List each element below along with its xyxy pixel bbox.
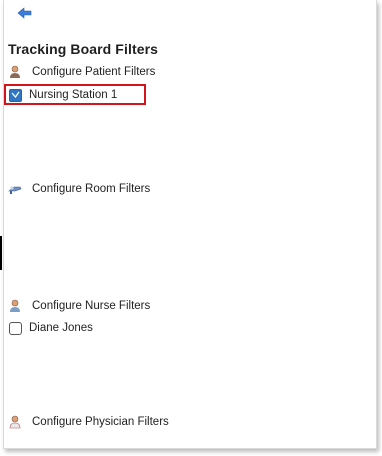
checkmark-icon [11, 91, 20, 99]
diane-jones-label: Diane Jones [29, 322, 93, 334]
configure-patient-filters[interactable]: Configure Patient Filters [8, 63, 155, 81]
back-button[interactable] [14, 6, 36, 24]
nursing-station-checkbox[interactable] [9, 88, 22, 102]
configure-nurse-filters-label: Configure Nurse Filters [32, 300, 151, 312]
room-bed-icon [8, 181, 22, 197]
physician-person-icon [8, 414, 22, 430]
configure-patient-filters-label: Configure Patient Filters [32, 66, 156, 78]
nurse-person-icon [8, 298, 22, 314]
configure-room-filters[interactable]: Configure Room Filters [8, 180, 150, 198]
configure-room-filters-label: Configure Room Filters [32, 183, 151, 195]
configure-physician-filters[interactable]: Configure Physician Filters [8, 413, 169, 431]
configure-nurse-filters[interactable]: Configure Nurse Filters [8, 297, 150, 315]
nursing-station-label: Nursing Station 1 [29, 89, 118, 101]
filter-item-diane-jones[interactable]: Diane Jones [9, 319, 93, 337]
patient-person-icon [8, 64, 22, 80]
diane-jones-checkbox[interactable] [9, 321, 22, 335]
window-edge-mark [0, 236, 2, 270]
back-arrow-icon [17, 6, 33, 24]
panel-title: Tracking Board Filters [8, 41, 159, 57]
filter-item-nursing-station[interactable]: Nursing Station 1 [9, 86, 117, 104]
configure-physician-filters-label: Configure Physician Filters [32, 416, 169, 428]
